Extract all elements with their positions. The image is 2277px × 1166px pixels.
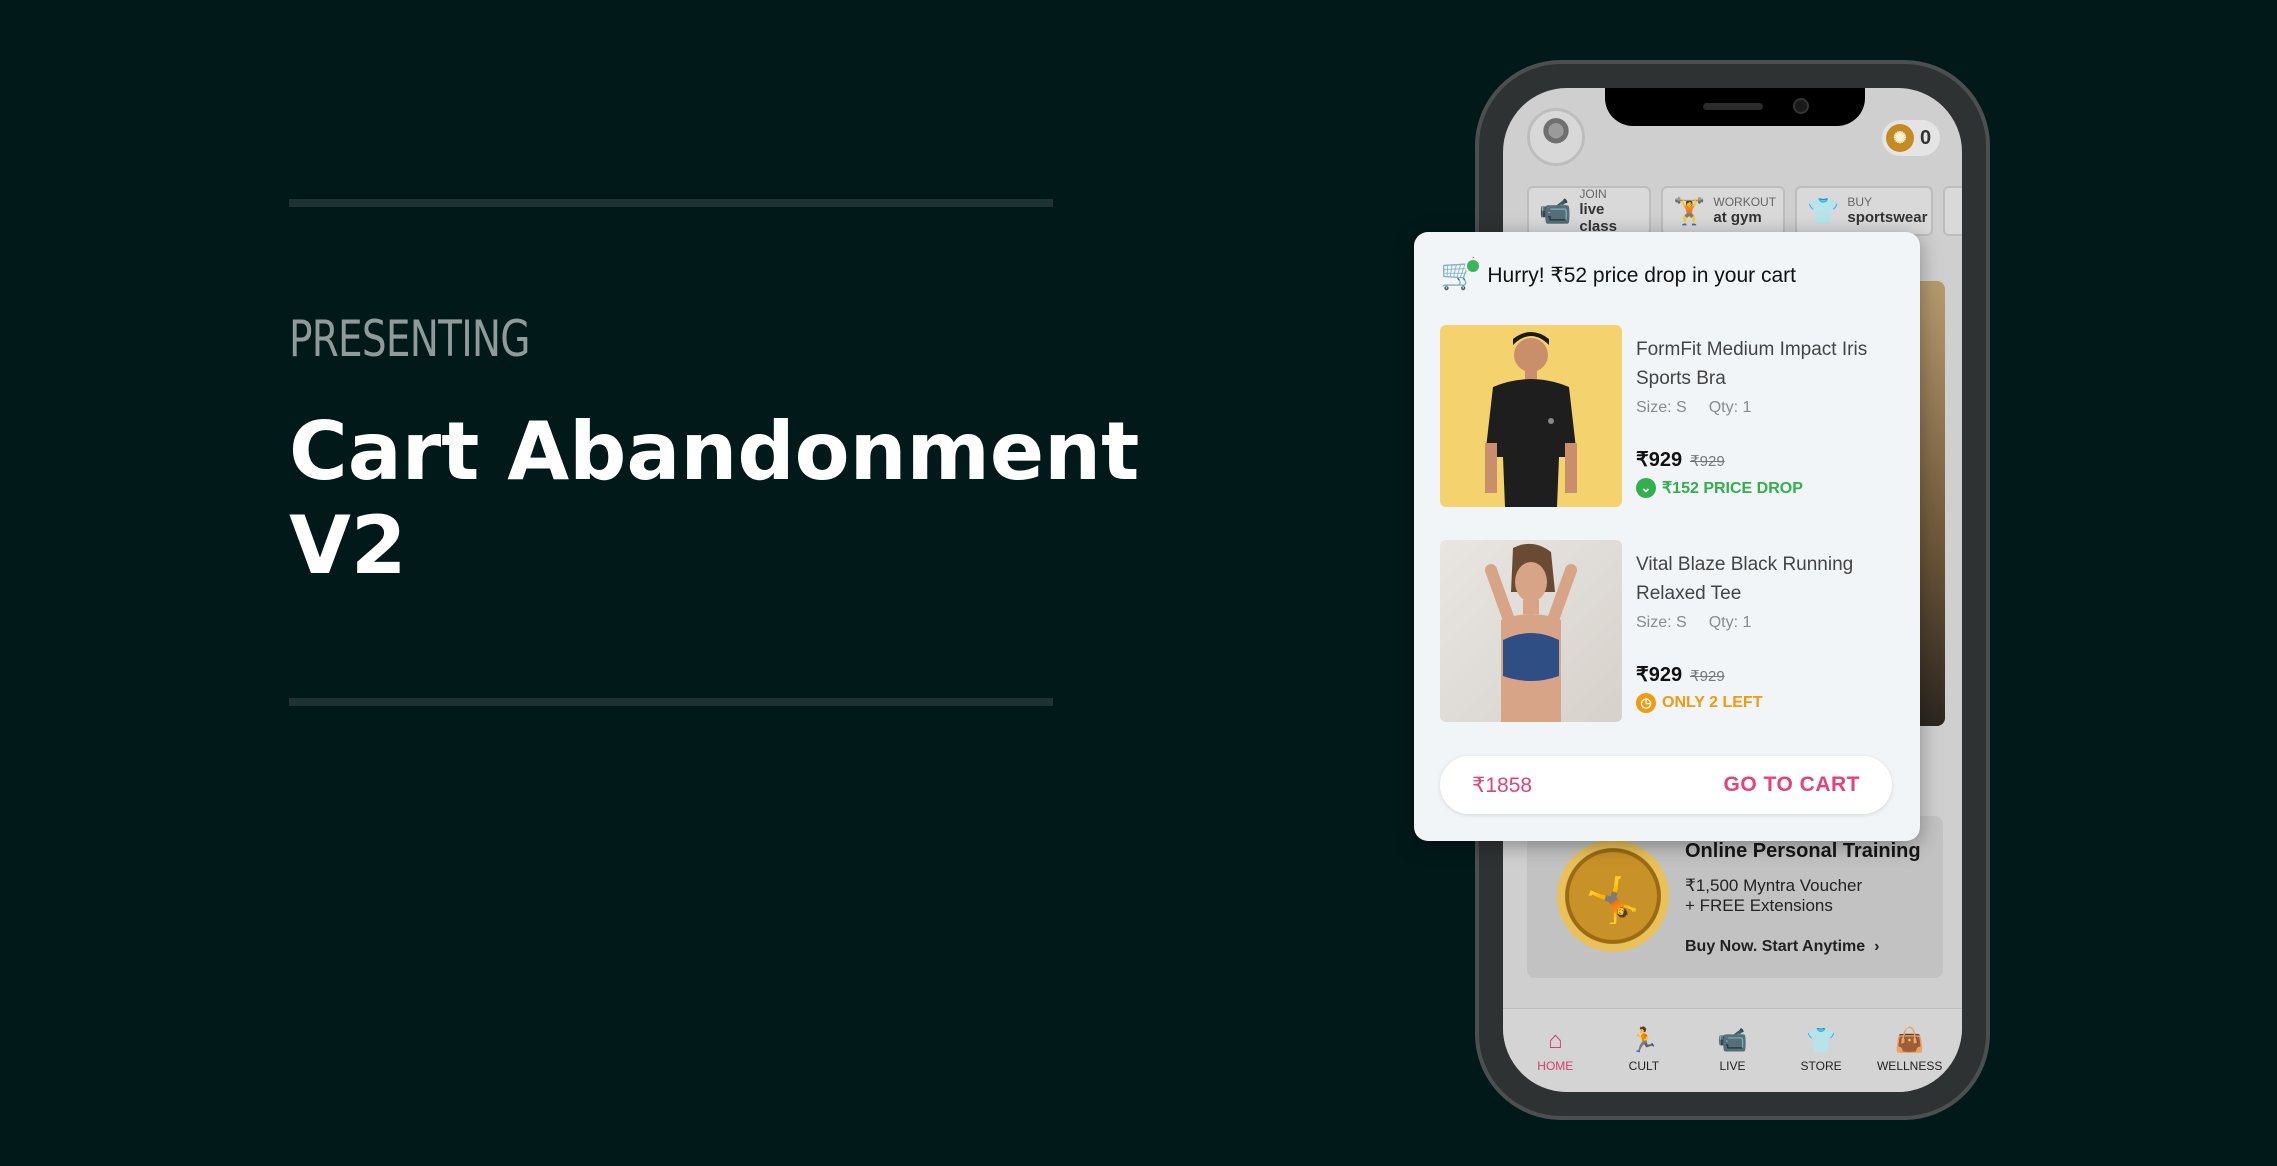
price-drop-badge: ⌄ ₹152 PRICE DROP [1636, 478, 1900, 498]
go-to-cart-button[interactable]: GO TO CART [1724, 773, 1860, 797]
promo-line-1: ₹1,500 Myntra Voucher [1685, 876, 1863, 895]
cart-status-dot [1465, 258, 1482, 274]
selling-price: ₹929 [1636, 449, 1683, 471]
camera [1793, 98, 1809, 114]
divider-top [289, 199, 1053, 207]
selling-price: ₹929 [1636, 664, 1683, 686]
product-prices: ₹929 ₹929 [1636, 662, 1900, 687]
promo-line-2: + FREE Extensions [1685, 896, 1833, 915]
chip-big-label: at gym [1713, 209, 1762, 226]
product-qty: Qty: 1 [1708, 614, 1752, 631]
tab-label: STORE [1800, 1058, 1842, 1073]
video-camera-icon: 📹 [1539, 195, 1572, 226]
tshirt-icon: 👕 [1806, 1026, 1837, 1054]
page-title: Cart Abandonment V2 [289, 405, 1189, 593]
tab-live[interactable]: 📹 LIVE [1692, 1026, 1772, 1073]
bag-icon: 👜 [1894, 1026, 1925, 1054]
original-price: ₹929 [1690, 668, 1725, 685]
chip-small-label: BUY [1847, 195, 1873, 209]
badge-label: ₹152 PRICE DROP [1662, 480, 1803, 497]
low-stock-badge: ◷ ONLY 2 LEFT [1636, 693, 1900, 713]
phone-notch [1605, 88, 1865, 126]
tab-label: WELLNESS [1876, 1058, 1943, 1073]
badge-label: ONLY 2 LEFT [1662, 694, 1763, 711]
tab-label: LIVE [1719, 1058, 1746, 1073]
chip-gym[interactable]: 🏋 WORKOUT at gym [1661, 186, 1785, 236]
home-icon: ⌂ [1548, 1026, 1563, 1054]
product-size: Size: S [1636, 399, 1687, 416]
product-name: Vital Blaze Black Running Relaxed Tee [1636, 554, 1854, 604]
dumbbell-person-icon: 🏋 [1673, 195, 1706, 226]
title-line-1: Cart Abandonment [289, 405, 1140, 498]
chevron-right-icon: › [1869, 938, 1880, 955]
cart-item[interactable]: Vital Blaze Black Running Relaxed Tee Si… [1440, 540, 1900, 722]
product-prices: ₹929 ₹929 [1636, 447, 1900, 472]
promo-subtitle: ₹1,500 Myntra Voucher + FREE Extensions [1685, 876, 1925, 916]
title-line-2: V2 [289, 499, 407, 592]
bottom-tab-bar: ⌂ HOME 🏃 CULT 📹 LIVE 👕 STORE 👜 WELLNESS [1503, 1008, 1962, 1092]
original-price: ₹929 [1690, 453, 1725, 470]
speaker [1703, 103, 1763, 110]
product-meta: Size: S Qty: 1 [1636, 614, 1900, 632]
divider-bottom [289, 698, 1053, 706]
avatar[interactable] [1527, 108, 1585, 166]
chip-more[interactable] [1943, 186, 1962, 236]
coins-count: 0 [1920, 126, 1932, 149]
model-figure [1485, 543, 1577, 722]
chip-big-label: live class [1579, 200, 1617, 235]
chip-live-class[interactable]: 📹 JOIN live class [1527, 186, 1651, 236]
cart-total: ₹1858 [1472, 774, 1533, 797]
product-size: Size: S [1636, 614, 1687, 631]
coins-badge[interactable]: ✺ 0 [1882, 120, 1940, 156]
tab-wellness[interactable]: 👜 WELLNESS [1870, 1026, 1950, 1073]
product-image[interactable] [1440, 325, 1622, 507]
tab-home[interactable]: ⌂ HOME [1515, 1026, 1595, 1073]
product-name: FormFit Medium Impact Iris Sports Bra [1636, 339, 1868, 389]
product-meta: Size: S Qty: 1 [1636, 399, 1900, 417]
product-info: FormFit Medium Impact Iris Sports Bra Si… [1636, 335, 1900, 498]
promo-title: Online Personal Training [1685, 840, 1921, 862]
running-person-icon: 🏃 [1628, 1026, 1659, 1054]
cart-header: 🛒 Hurry! ₹52 price drop in your cart [1440, 258, 1797, 290]
clock-icon: ◷ [1636, 693, 1656, 713]
tab-label: CULT [1628, 1058, 1660, 1073]
product-image[interactable] [1440, 540, 1622, 722]
chip-sportswear[interactable]: 👕 BUY sportswear [1795, 186, 1933, 236]
chevron-down-circle-icon: ⌄ [1636, 478, 1656, 498]
product-info: Vital Blaze Black Running Relaxed Tee Si… [1636, 550, 1900, 713]
tab-label: HOME [1537, 1058, 1574, 1073]
quick-actions: 📹 JOIN live class 🏋 WORKOUT at gym 👕 BUY… [1527, 186, 1962, 236]
cart-item[interactable]: FormFit Medium Impact Iris Sports Bra Si… [1440, 325, 1900, 507]
cart-icon: 🛒 [1440, 258, 1482, 290]
eyebrow-label: PRESENTING [289, 310, 531, 368]
promo-cta-link[interactable]: Buy Now. Start Anytime › [1685, 938, 1879, 956]
chip-big-label: sportswear [1847, 209, 1928, 226]
product-qty: Qty: 1 [1708, 399, 1752, 416]
chip-small-label: WORKOUT [1713, 195, 1777, 209]
promo-cta-label: Buy Now. Start Anytime [1685, 938, 1866, 955]
tshirt-icon: 👕 [1807, 195, 1840, 226]
cart-summary-bar[interactable]: ₹1858 GO TO CART [1440, 756, 1892, 814]
video-camera-icon: 📹 [1717, 1026, 1748, 1054]
tab-cult[interactable]: 🏃 CULT [1604, 1026, 1684, 1073]
model-figure [1485, 332, 1577, 507]
trainer-figures: 🤸 [1585, 876, 1640, 925]
chip-small-label: JOIN [1579, 186, 1607, 201]
cart-abandonment-card[interactable]: 🛒 Hurry! ₹52 price drop in your cart For… [1414, 232, 1920, 841]
coin-icon: ✺ [1886, 124, 1914, 152]
cart-heading: Hurry! ₹52 price drop in your cart [1487, 263, 1797, 287]
tab-store[interactable]: 👕 STORE [1781, 1026, 1861, 1073]
